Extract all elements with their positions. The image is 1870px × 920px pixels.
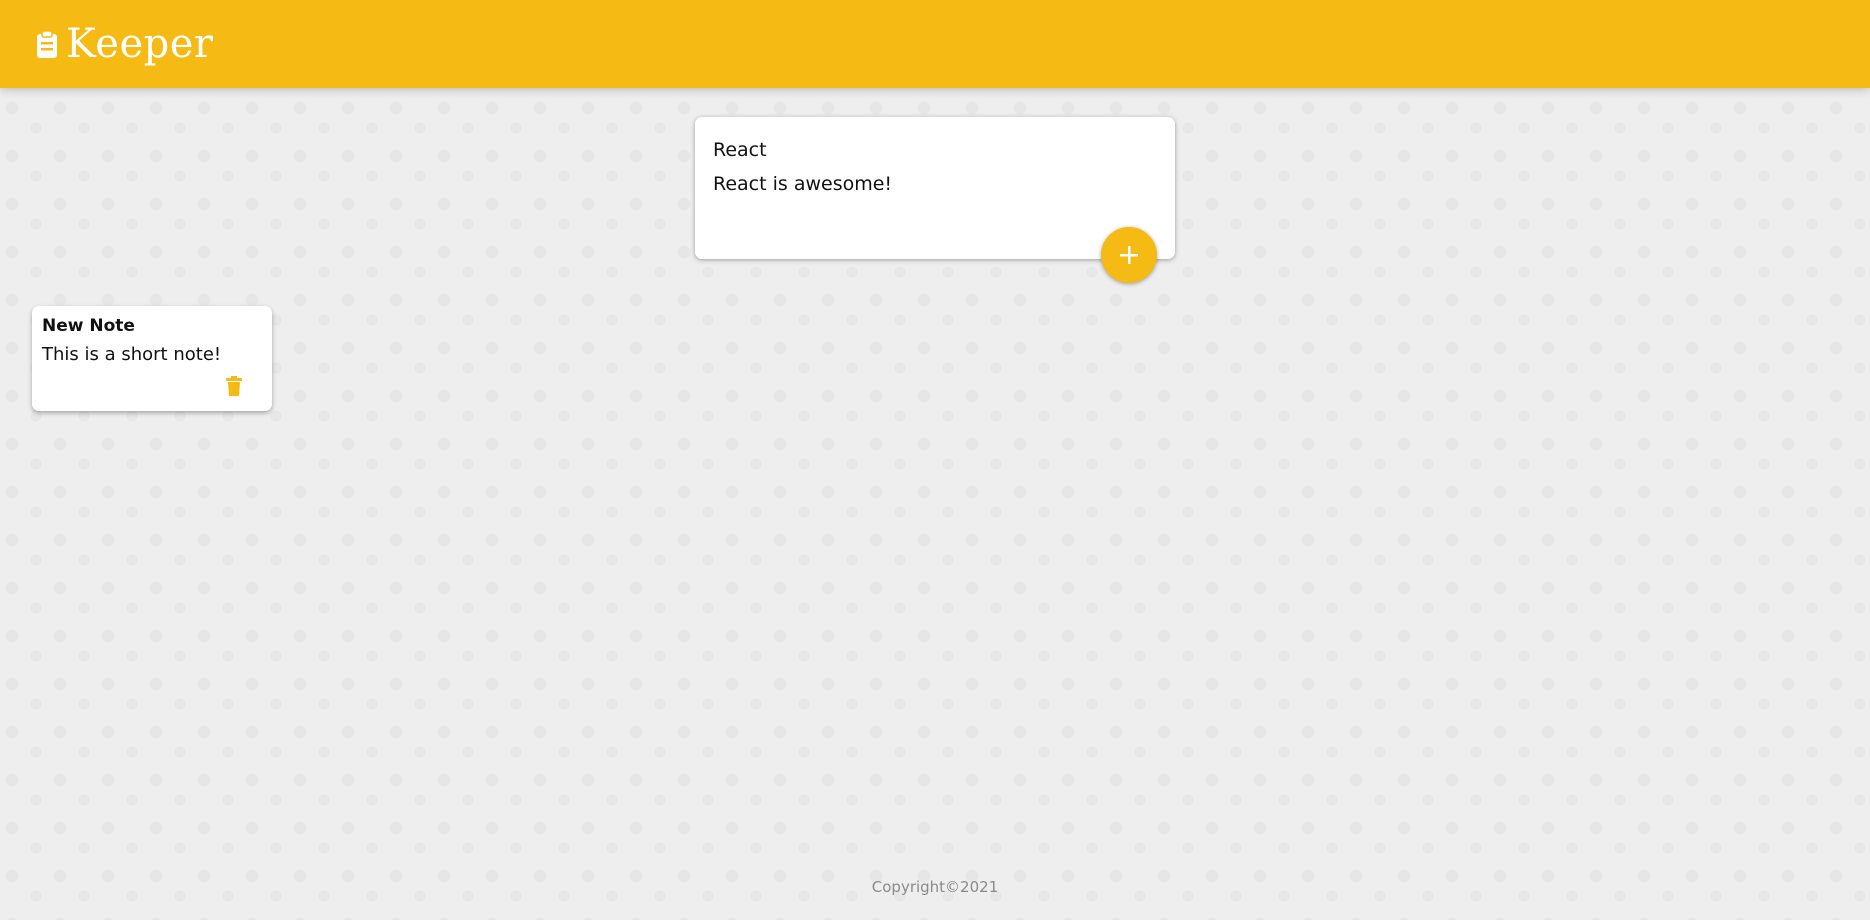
note-card: New Note This is a short note!: [32, 306, 272, 411]
note-card-title: New Note: [42, 316, 135, 336]
delete-note-button[interactable]: [224, 375, 244, 397]
note-title-input[interactable]: React: [713, 139, 1157, 161]
create-note-form: React React is awesome!: [695, 117, 1175, 283]
app-header: Keeper: [0, 0, 1870, 88]
note-content-textarea[interactable]: React is awesome!: [713, 173, 1157, 195]
note-card-content: This is a short note!: [42, 344, 222, 365]
add-note-button[interactable]: [1101, 227, 1157, 283]
app-title: Keeper: [66, 21, 214, 67]
copyright-text: Copyright©2021: [871, 878, 999, 896]
footer: Copyright©2021: [0, 878, 1870, 896]
clipboard-icon: [34, 29, 60, 59]
plus-icon: [1117, 243, 1141, 267]
trash-icon: [226, 376, 242, 396]
